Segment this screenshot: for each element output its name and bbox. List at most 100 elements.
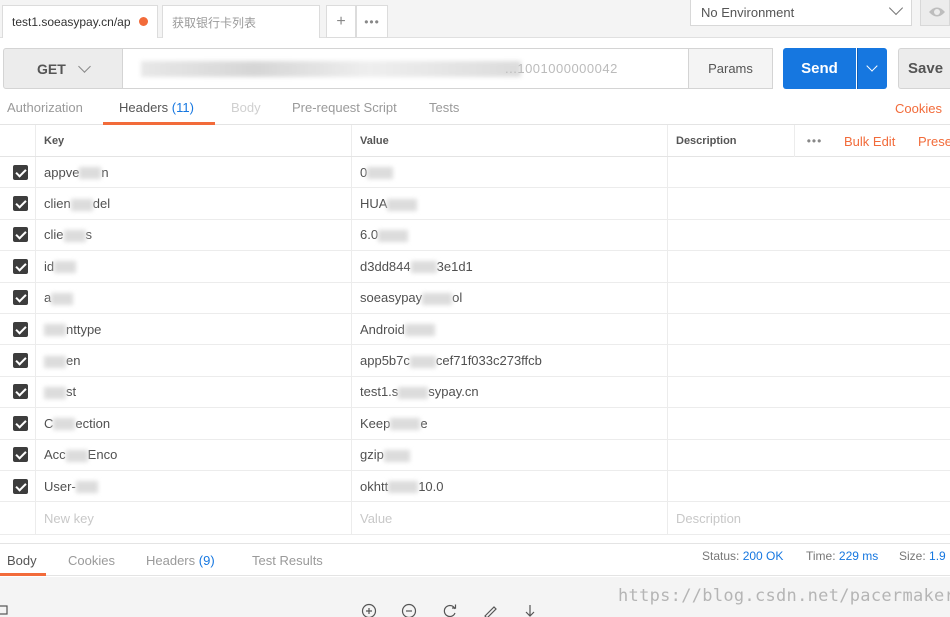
- request-tab-label: 获取银行卡列表: [172, 15, 257, 30]
- new-row: New key Value Description: [0, 502, 950, 536]
- key-cell[interactable]: en: [35, 345, 351, 376]
- value-placeholder: Value: [360, 510, 393, 526]
- key-cell[interactable]: nttype: [35, 313, 351, 345]
- cookies-link[interactable]: Cookies: [895, 101, 942, 116]
- response-tab-cookies[interactable]: Cookies: [68, 553, 115, 568]
- key-text: User-: [44, 479, 98, 494]
- new-key-input[interactable]: New key: [35, 502, 351, 535]
- tab-authorization[interactable]: Authorization: [7, 100, 83, 115]
- key-cell[interactable]: clien del: [35, 188, 351, 219]
- environment-select[interactable]: No Environment: [690, 0, 912, 26]
- send-options-button[interactable]: [857, 48, 887, 89]
- value-visible: 0: [360, 164, 368, 180]
- row-checkbox[interactable]: [13, 415, 28, 431]
- value-redacted: [383, 449, 410, 462]
- value-cell[interactable]: d3dd844 3e1d1: [351, 251, 667, 282]
- zoom-out-icon[interactable]: [401, 603, 417, 617]
- row-checkbox[interactable]: [13, 353, 28, 369]
- value-visible: test1.s: [360, 384, 399, 400]
- key-tail: del: [92, 196, 111, 212]
- value-text: okhtt 10.0: [360, 479, 444, 494]
- tab-pre-request-script[interactable]: Pre-request Script: [292, 100, 397, 115]
- headers-table: Key Value Description ••• Bulk Edit Pres…: [0, 125, 950, 536]
- tab-options-button[interactable]: •••: [356, 5, 388, 38]
- row-checkbox[interactable]: [13, 258, 28, 274]
- request-tab-active[interactable]: test1.soeasypay.cn/ap: [2, 5, 158, 38]
- row-checkbox[interactable]: [13, 290, 28, 306]
- key-cell[interactable]: id: [35, 251, 351, 282]
- zoom-in-icon[interactable]: [361, 603, 377, 617]
- new-description-input[interactable]: Description: [667, 502, 950, 535]
- value-cell[interactable]: 6.0: [351, 219, 667, 251]
- row-checkbox[interactable]: [13, 227, 28, 243]
- description-cell[interactable]: [667, 251, 950, 282]
- request-tab-other[interactable]: 获取银行卡列表: [162, 5, 320, 38]
- key-redacted: [75, 481, 98, 494]
- row-checkbox[interactable]: [13, 321, 28, 337]
- value-cell[interactable]: HUA: [351, 188, 667, 219]
- response-tab-headers[interactable]: Headers (9): [146, 553, 215, 568]
- value-cell[interactable]: okhtt 10.0: [351, 470, 667, 502]
- new-tab-button[interactable]: +: [326, 5, 356, 38]
- value-cell[interactable]: 0: [351, 157, 667, 188]
- value-cell[interactable]: test1.s sypay.cn: [351, 376, 667, 408]
- key-cell[interactable]: appve n: [35, 157, 351, 188]
- value-cell[interactable]: app5b7c cef71f033c273ffcb: [351, 345, 667, 376]
- value-cell[interactable]: Keep e: [351, 408, 667, 439]
- table-row: Cection Keep e: [0, 408, 950, 440]
- description-cell[interactable]: [667, 470, 950, 502]
- value-cell[interactable]: gzip: [351, 439, 667, 470]
- key-cell[interactable]: User-: [35, 470, 351, 502]
- environment-quick-look-button[interactable]: [920, 0, 950, 26]
- key-visible: a: [44, 290, 52, 306]
- row-check-cell: [0, 440, 35, 470]
- key-cell[interactable]: Acc Enco: [35, 439, 351, 470]
- params-button[interactable]: Params: [688, 48, 773, 89]
- key-cell[interactable]: Cection: [35, 408, 351, 439]
- tab-headers[interactable]: Headers (11): [119, 100, 194, 115]
- key-text: st: [44, 384, 76, 399]
- key-cell[interactable]: a: [35, 282, 351, 313]
- row-checkbox[interactable]: [13, 164, 28, 180]
- key-cell[interactable]: clie s: [35, 219, 351, 251]
- description-cell[interactable]: [667, 376, 950, 408]
- value-text: soeasypay ol: [360, 290, 462, 305]
- new-value-input[interactable]: Value: [351, 502, 667, 535]
- value-cell[interactable]: Android: [351, 313, 667, 345]
- tab-tests[interactable]: Tests: [429, 100, 459, 115]
- description-cell[interactable]: [667, 439, 950, 470]
- status-label: Status:: [702, 549, 740, 563]
- table-options-button[interactable]: •••: [794, 125, 834, 157]
- table-row: nttype Android: [0, 313, 950, 346]
- layout-icon[interactable]: [0, 605, 8, 615]
- presets-link[interactable]: Prese: [918, 134, 950, 149]
- bulk-edit-link[interactable]: Bulk Edit: [844, 134, 895, 149]
- description-cell[interactable]: [667, 282, 950, 313]
- row-checkbox[interactable]: [13, 196, 28, 212]
- description-cell[interactable]: [667, 313, 950, 345]
- key-text: id: [44, 259, 77, 274]
- unsaved-dot-icon: [139, 17, 148, 26]
- send-button[interactable]: Send: [783, 48, 856, 89]
- tab-body[interactable]: Body: [231, 100, 261, 115]
- method-select[interactable]: GET: [3, 48, 123, 89]
- value-visible: soeasypay: [360, 290, 423, 306]
- download-icon[interactable]: [522, 603, 538, 617]
- value-cell[interactable]: soeasypay ol: [351, 282, 667, 313]
- url-input[interactable]: ...1001000000042: [123, 48, 689, 89]
- description-cell[interactable]: [667, 408, 950, 439]
- description-cell[interactable]: [667, 157, 950, 188]
- row-checkbox[interactable]: [13, 384, 28, 400]
- description-cell[interactable]: [667, 188, 950, 219]
- save-button[interactable]: Save: [898, 48, 950, 89]
- row-checkbox[interactable]: [13, 478, 28, 494]
- row-checkbox[interactable]: [13, 447, 28, 463]
- pencil-icon[interactable]: [482, 603, 498, 617]
- response-tab-test-results[interactable]: Test Results: [252, 553, 323, 568]
- response-tab-body[interactable]: Body: [7, 553, 37, 568]
- key-cell[interactable]: st: [35, 376, 351, 408]
- description-cell[interactable]: [667, 345, 950, 376]
- description-cell[interactable]: [667, 219, 950, 251]
- key-visible: Acc: [44, 447, 66, 463]
- refresh-icon[interactable]: [442, 603, 458, 617]
